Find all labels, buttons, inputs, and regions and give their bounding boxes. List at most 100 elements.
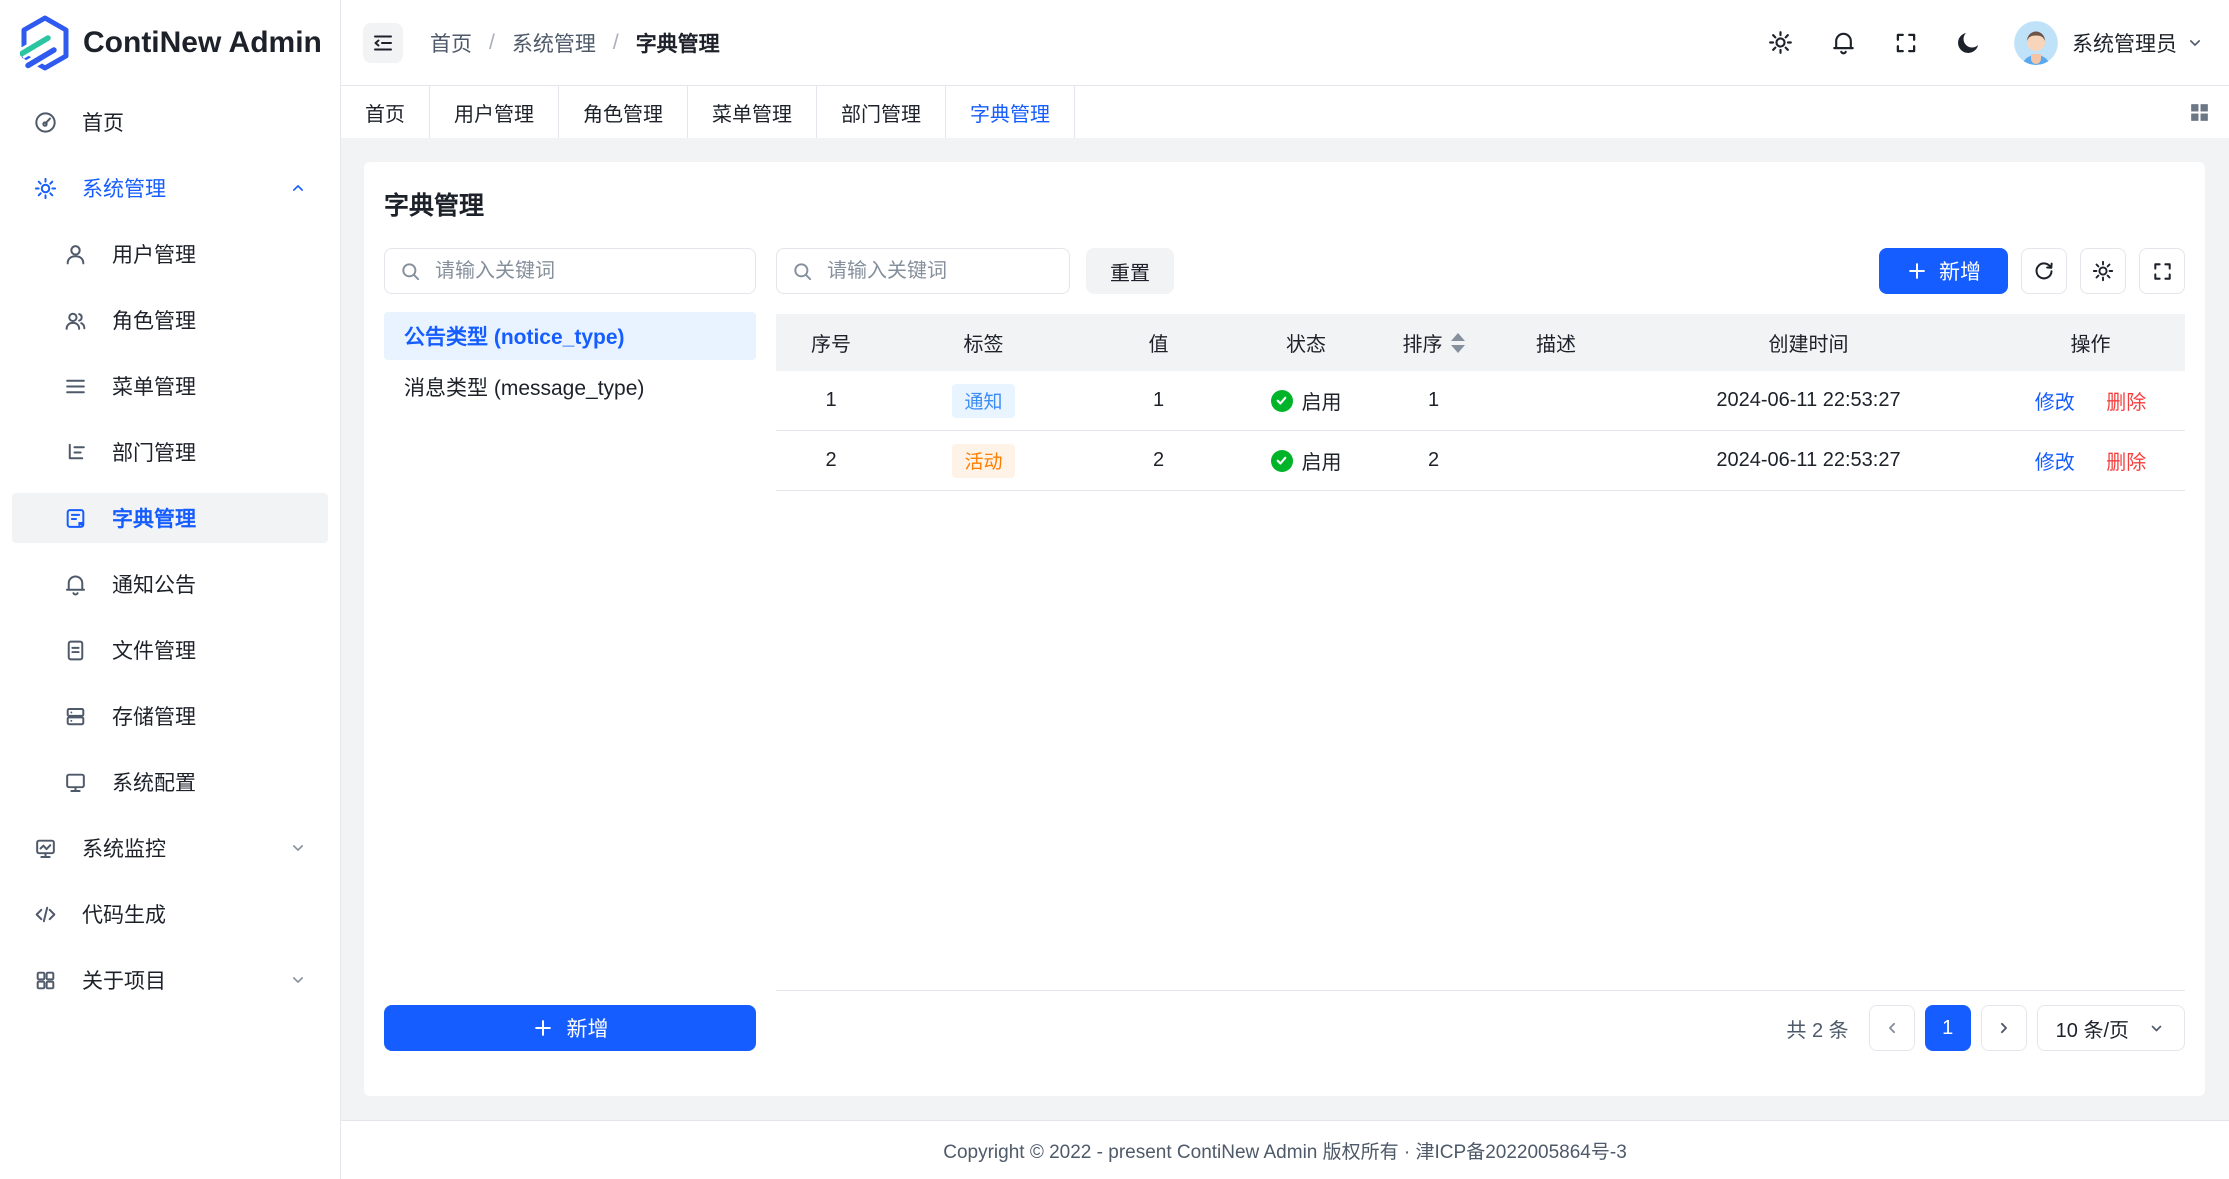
sidebar-item-label: 系统管理 [82, 173, 166, 203]
tab-label: 角色管理 [583, 98, 663, 127]
sidebar-item-notice[interactable]: 通知公告 [12, 559, 328, 609]
tab-label: 菜单管理 [712, 98, 792, 127]
sidebar-item-home[interactable]: 首页 [12, 97, 328, 147]
menu-fold-icon [371, 31, 395, 55]
status-label: 启用 [1302, 386, 1342, 415]
apps-grid-button[interactable] [2169, 86, 2229, 138]
page-size-select[interactable]: 10 条/页 [2037, 1005, 2185, 1051]
delete-link[interactable]: 删除 [2106, 392, 2146, 414]
tabbar-spacer [1075, 86, 2169, 138]
sidebar-item-codegen[interactable]: 代码生成 [12, 889, 328, 939]
col-header-sort: 排序 [1376, 314, 1491, 371]
sidebar-item-storage[interactable]: 存储管理 [12, 691, 328, 741]
item-add-button[interactable]: 新增 [1879, 248, 2008, 294]
sidebar-item-config[interactable]: 系统配置 [12, 757, 328, 807]
dict-type-add-button[interactable]: 新增 [384, 1005, 756, 1051]
tab-label: 首页 [365, 98, 405, 127]
chevron-up-icon [288, 178, 308, 198]
moon-icon[interactable] [1955, 29, 1982, 56]
app-title: ContiNew Admin [83, 26, 322, 60]
footer: Copyright © 2022 - present ContiNew Admi… [341, 1120, 2229, 1179]
page-size-value: 10 条/页 [2056, 1014, 2129, 1043]
chevron-down-icon [2147, 1019, 2166, 1038]
menu-lines-icon [63, 374, 88, 399]
main-column: 首页 / 系统管理 / 字典管理 [341, 0, 2229, 1179]
sidebar-item-menus[interactable]: 菜单管理 [12, 361, 328, 411]
dict-item-panel: 重置 新增 [776, 248, 2185, 1051]
page-number-active[interactable]: 1 [1925, 1005, 1971, 1051]
reset-button[interactable]: 重置 [1086, 248, 1174, 294]
add-button-label: 新增 [1939, 256, 1981, 286]
pagination-total: 共 2 条 [1786, 1014, 1848, 1043]
logo[interactable]: ContiNew Admin [0, 0, 340, 85]
sidebar-item-label: 首页 [82, 107, 124, 137]
tab-home[interactable]: 首页 [341, 86, 430, 138]
sidebar-item-system[interactable]: 系统管理 [12, 163, 328, 213]
sidebar-item-dict[interactable]: 字典管理 [12, 493, 328, 543]
sidebar-item-depts[interactable]: 部门管理 [12, 427, 328, 477]
sort-caret-up-icon[interactable] [1451, 333, 1465, 341]
copyright-text: Copyright © 2022 - present ContiNew Admi… [943, 1137, 1627, 1164]
item-search-input[interactable] [825, 259, 1055, 284]
sidebar-item-files[interactable]: 文件管理 [12, 625, 328, 675]
sidebar-item-label: 菜单管理 [112, 371, 196, 401]
page-next-button[interactable] [1981, 1005, 2027, 1051]
tabbar: 首页 用户管理 角色管理 菜单管理 部门管理 字典管理 [341, 86, 2229, 138]
sidebar-item-about[interactable]: 关于项目 [12, 955, 328, 1005]
dict-search-input[interactable] [433, 259, 741, 284]
tab-depts[interactable]: 部门管理 [817, 86, 946, 138]
breadcrumb-system[interactable]: 系统管理 [512, 28, 596, 58]
cell-desc [1491, 371, 1621, 431]
cell-sort: 1 [1376, 371, 1491, 431]
sort-header[interactable]: 排序 [1403, 328, 1465, 357]
pagination: 共 2 条 1 10 条/页 [776, 1005, 2185, 1051]
chevron-down-icon [288, 838, 308, 858]
sidebar-item-users[interactable]: 用户管理 [12, 229, 328, 279]
avatar[interactable] [2014, 21, 2058, 65]
user-name[interactable]: 系统管理员 [2072, 28, 2177, 58]
menu-fold-button[interactable] [363, 23, 403, 63]
sort-caret-down-icon[interactable] [1451, 345, 1465, 353]
refresh-button[interactable] [2021, 248, 2067, 294]
sidebar-item-roles[interactable]: 角色管理 [12, 295, 328, 345]
edit-link[interactable]: 修改 [2035, 392, 2075, 414]
cell-created: 2024-06-11 22:53:27 [1621, 431, 1996, 491]
dict-item-table: 序号 标签 值 状态 排序 [776, 314, 2185, 491]
tab-dict[interactable]: 字典管理 [946, 86, 1075, 138]
settings-icon[interactable] [1767, 29, 1794, 56]
dashboard-icon [33, 110, 58, 135]
cell-tag: 活动 [886, 431, 1081, 491]
col-header-sort-label: 排序 [1403, 328, 1443, 357]
dict-icon [63, 506, 88, 531]
tab-users[interactable]: 用户管理 [430, 86, 559, 138]
breadcrumb-current: 字典管理 [636, 28, 720, 58]
col-header-no: 序号 [776, 314, 886, 371]
sidebar-item-label: 系统配置 [112, 767, 196, 797]
cell-status: 启用 [1236, 371, 1376, 431]
page-title: 字典管理 [384, 188, 2185, 224]
dict-type-item-notice[interactable]: 公告类型 (notice_type) [384, 312, 756, 360]
breadcrumb: 首页 / 系统管理 / 字典管理 [430, 28, 720, 58]
fullscreen-icon[interactable] [1893, 30, 1919, 56]
breadcrumb-home[interactable]: 首页 [430, 28, 472, 58]
sidebar-item-label: 代码生成 [82, 899, 166, 929]
notification-icon[interactable] [1830, 29, 1857, 56]
dict-type-item-message[interactable]: 消息类型 (message_type) [384, 363, 756, 411]
cell-value: 1 [1081, 371, 1236, 431]
logo-icon [20, 15, 70, 71]
chevron-down-icon[interactable] [2185, 33, 2205, 53]
edit-link[interactable]: 修改 [2035, 452, 2075, 474]
page-prev-button[interactable] [1869, 1005, 1915, 1051]
panels: 公告类型 (notice_type) 消息类型 (message_type) 新… [384, 248, 2185, 1051]
sort-carets [1451, 333, 1465, 353]
check-icon [1271, 450, 1293, 472]
table-row: 2 活动 2 启用 [776, 431, 2185, 491]
col-header-actions: 操作 [1996, 314, 2185, 371]
table-settings-button[interactable] [2080, 248, 2126, 294]
tab-roles[interactable]: 角色管理 [559, 86, 688, 138]
cell-sort: 2 [1376, 431, 1491, 491]
tab-menus[interactable]: 菜单管理 [688, 86, 817, 138]
delete-link[interactable]: 删除 [2106, 452, 2146, 474]
table-fullscreen-button[interactable] [2139, 248, 2185, 294]
sidebar-item-monitor[interactable]: 系统监控 [12, 823, 328, 873]
